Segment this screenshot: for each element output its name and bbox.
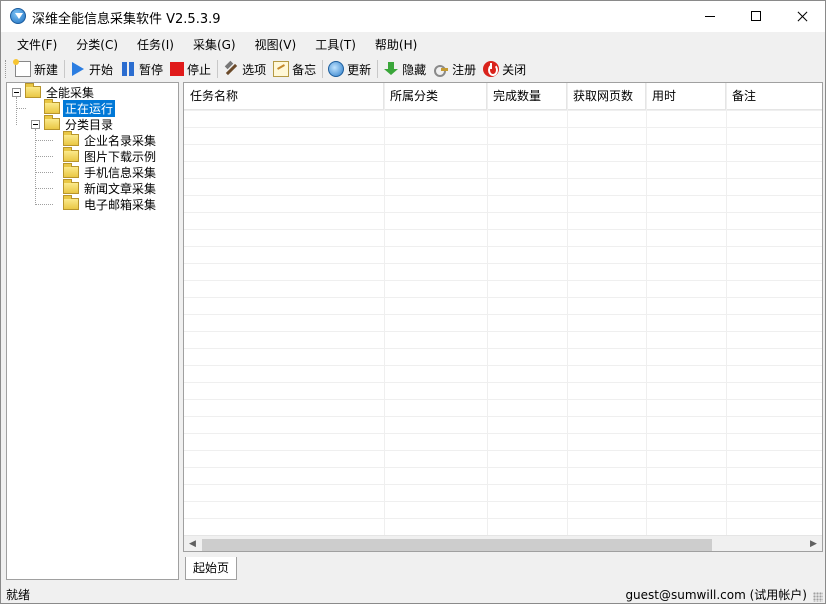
- menu-tools[interactable]: 工具(T): [307, 34, 364, 56]
- tree-node-label: 图片下载示例: [84, 149, 157, 164]
- tree-node-category[interactable]: 手机信息采集: [63, 163, 158, 180]
- memo-button-label: 备忘: [292, 62, 317, 77]
- minimize-icon: [705, 16, 715, 17]
- stop-button[interactable]: 停止: [167, 58, 214, 80]
- tree-node-label: 全能采集: [46, 85, 95, 100]
- folder-icon: [63, 131, 79, 146]
- toolbar-separator: [64, 60, 66, 78]
- tree-node-catalog[interactable]: 分类目录: [31, 115, 115, 132]
- column-header-task-name[interactable]: 任务名称: [184, 83, 384, 110]
- update-button-label: 更新: [347, 62, 372, 77]
- toolbar-separator: [217, 60, 219, 78]
- register-button-label: 注册: [452, 62, 477, 77]
- download-arrow-icon: [383, 61, 399, 77]
- stop-icon: [170, 62, 185, 76]
- memo-button[interactable]: 备忘: [270, 58, 319, 80]
- status-bar: 就绪 guest@sumwill.com (试用帐户): [1, 584, 825, 604]
- new-button-label: 新建: [34, 62, 59, 77]
- folder-icon: [63, 179, 79, 194]
- tree-node-running[interactable]: 正在运行: [44, 98, 117, 118]
- tree-node-label: 分类目录: [65, 117, 114, 132]
- window-title: 深维全能信息采集软件 V2.5.3.9: [32, 12, 221, 27]
- toolbar: 新建 开始 暂停 停止 选项 备忘 更新 隐藏 注册 关闭: [1, 58, 825, 80]
- tree-node-category[interactable]: 新闻文章采集: [63, 179, 158, 196]
- column-header-completed[interactable]: 完成数量: [487, 83, 567, 110]
- maximize-button[interactable]: [733, 1, 779, 32]
- update-button[interactable]: 更新: [325, 58, 374, 80]
- menu-task[interactable]: 任务(I): [129, 34, 182, 56]
- column-header-notes[interactable]: 备注: [726, 83, 822, 110]
- tree-node-label: 新闻文章采集: [84, 181, 157, 196]
- column-header-pages[interactable]: 获取网页数: [567, 83, 646, 110]
- toolbar-grip[interactable]: [5, 60, 8, 78]
- scroll-left-icon[interactable]: ◀: [184, 536, 201, 551]
- stop-button-label: 停止: [187, 62, 212, 77]
- account-status: guest@sumwill.com (试用帐户): [625, 588, 807, 602]
- new-file-icon: [13, 59, 31, 77]
- app-logo-icon: [10, 8, 26, 24]
- start-button[interactable]: 开始: [67, 58, 116, 80]
- play-icon: [70, 61, 86, 77]
- tree-node-category[interactable]: 企业名录采集: [63, 131, 158, 148]
- tree-node-label: 手机信息采集: [84, 165, 157, 180]
- notepad-icon: [273, 61, 290, 77]
- toolbar-separator: [377, 60, 379, 78]
- folder-icon: [63, 195, 79, 210]
- globe-icon: [328, 61, 345, 77]
- status-text: 就绪: [6, 588, 31, 602]
- close-window-button[interactable]: [779, 1, 825, 32]
- hide-button-label: 隐藏: [402, 62, 427, 77]
- folder-icon: [63, 163, 79, 178]
- menu-view[interactable]: 视图(V): [247, 34, 305, 56]
- key-icon: [433, 61, 449, 77]
- pause-button[interactable]: 暂停: [117, 58, 166, 80]
- collapse-icon[interactable]: [31, 119, 40, 129]
- close-app-button[interactable]: 关闭: [480, 58, 529, 80]
- folder-icon: [63, 147, 79, 162]
- app-window: 深维全能信息采集软件 V2.5.3.9 文件(F) 分类(C) 任务(I) 采集…: [0, 0, 826, 604]
- toolbar-separator: [322, 60, 324, 78]
- tree-node-category[interactable]: 电子邮箱采集: [63, 195, 158, 212]
- register-button[interactable]: 注册: [430, 58, 479, 80]
- hide-button[interactable]: 隐藏: [380, 58, 429, 80]
- column-header-category[interactable]: 所属分类: [384, 83, 487, 110]
- close-app-button-label: 关闭: [502, 62, 527, 77]
- maximize-icon: [751, 11, 761, 21]
- new-button[interactable]: 新建: [12, 58, 61, 80]
- title-bar: 深维全能信息采集软件 V2.5.3.9: [1, 1, 825, 32]
- folder-icon: [44, 99, 60, 114]
- menu-category[interactable]: 分类(C): [68, 34, 126, 56]
- minimize-button[interactable]: [687, 1, 733, 32]
- pause-button-label: 暂停: [139, 62, 164, 77]
- scroll-right-icon[interactable]: ▶: [805, 536, 822, 551]
- scrollbar-thumb[interactable]: [202, 539, 712, 551]
- horizontal-scrollbar[interactable]: ◀ ▶: [184, 535, 822, 551]
- options-button[interactable]: 选项: [220, 58, 269, 80]
- folder-icon: [44, 115, 60, 130]
- menu-help[interactable]: 帮助(H): [367, 34, 425, 56]
- hammer-icon: [223, 61, 239, 77]
- category-tree[interactable]: 全能采集 正在运行 分类目录 企业名录采集 图片下载示例 手机信息采集 新闻文章…: [6, 82, 179, 580]
- resize-grip-icon[interactable]: [813, 592, 823, 602]
- collapse-icon[interactable]: [12, 87, 21, 97]
- tab-start-page[interactable]: 起始页: [185, 557, 237, 580]
- tree-node-label: 企业名录采集: [84, 133, 157, 148]
- tree-node-category[interactable]: 图片下载示例: [63, 147, 158, 164]
- options-button-label: 选项: [242, 62, 267, 77]
- task-list[interactable]: 任务名称 所属分类 完成数量 获取网页数 用时 备注 ◀ ▶: [183, 82, 823, 552]
- task-list-body: [184, 110, 822, 536]
- tree-node-label: 电子邮箱采集: [84, 197, 157, 212]
- tree-node-root[interactable]: 全能采集: [12, 83, 96, 100]
- menu-collect[interactable]: 采集(G): [185, 34, 244, 56]
- tree-node-label: 正在运行: [61, 98, 117, 118]
- folder-icon: [25, 83, 41, 98]
- pause-icon: [120, 61, 136, 77]
- task-list-header: 任务名称 所属分类 完成数量 获取网页数 用时 备注: [184, 83, 822, 110]
- column-header-time[interactable]: 用时: [646, 83, 726, 110]
- power-icon: [483, 61, 500, 77]
- menu-file[interactable]: 文件(F): [9, 34, 65, 56]
- start-button-label: 开始: [89, 62, 114, 77]
- menu-bar: 文件(F) 分类(C) 任务(I) 采集(G) 视图(V) 工具(T) 帮助(H…: [1, 34, 825, 56]
